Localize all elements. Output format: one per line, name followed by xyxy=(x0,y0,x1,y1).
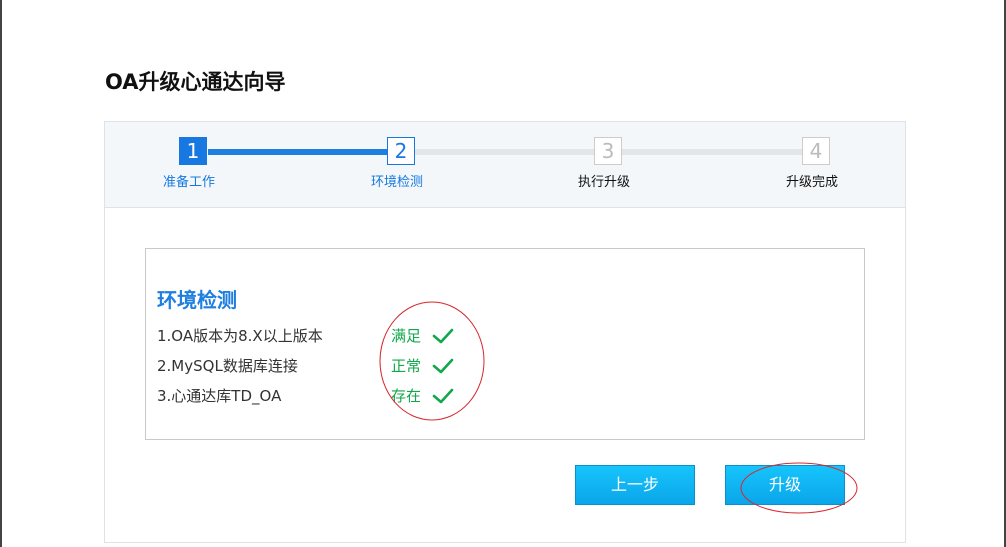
check-result-label: 满足 xyxy=(391,327,422,345)
check-row-database: 3.心通达库TD_OA 存在 xyxy=(157,385,477,407)
step-4-number: 4 xyxy=(802,137,830,165)
check-title: 环境检测 xyxy=(157,288,237,312)
step-3-number: 3 xyxy=(594,137,622,165)
check-icon xyxy=(432,328,454,344)
step-2-label: 环境检测 xyxy=(370,175,424,190)
check-icon xyxy=(432,388,454,404)
step-1-number: 1 xyxy=(179,137,207,165)
check-item-label: 2.MySQL数据库连接 xyxy=(157,357,298,375)
check-result-label: 正常 xyxy=(391,357,422,375)
step-4-label: 升级完成 xyxy=(785,175,839,190)
check-item-label: 3.心通达库TD_OA xyxy=(157,387,282,405)
environment-check-panel: 环境检测 1.OA版本为8.X以上版本 满足 2.MySQL数据库连接 正常 3… xyxy=(145,248,865,440)
page-title: OA升级心通达向导 xyxy=(105,70,286,94)
check-row-version: 1.OA版本为8.X以上版本 满足 xyxy=(157,325,477,347)
upgrade-button[interactable]: 升级 xyxy=(725,465,845,505)
step-progress-bar: 1 2 3 4 准备工作 环境检测 执行升级 升级完成 xyxy=(105,122,905,208)
step-3-label: 执行升级 xyxy=(577,175,631,190)
wizard-panel: 1 2 3 4 准备工作 环境检测 执行升级 升级完成 环境检测 1.OA版本为… xyxy=(104,121,906,543)
window-left-border xyxy=(0,0,2,547)
step-2-number: 2 xyxy=(387,137,415,165)
check-item-label: 1.OA版本为8.X以上版本 xyxy=(157,327,323,345)
progress-track-completed xyxy=(208,149,398,155)
previous-step-button[interactable]: 上一步 xyxy=(575,465,695,505)
check-icon xyxy=(432,358,454,374)
check-result-label: 存在 xyxy=(391,387,422,405)
check-row-mysql: 2.MySQL数据库连接 正常 xyxy=(157,355,477,377)
step-1-label: 准备工作 xyxy=(162,175,216,190)
